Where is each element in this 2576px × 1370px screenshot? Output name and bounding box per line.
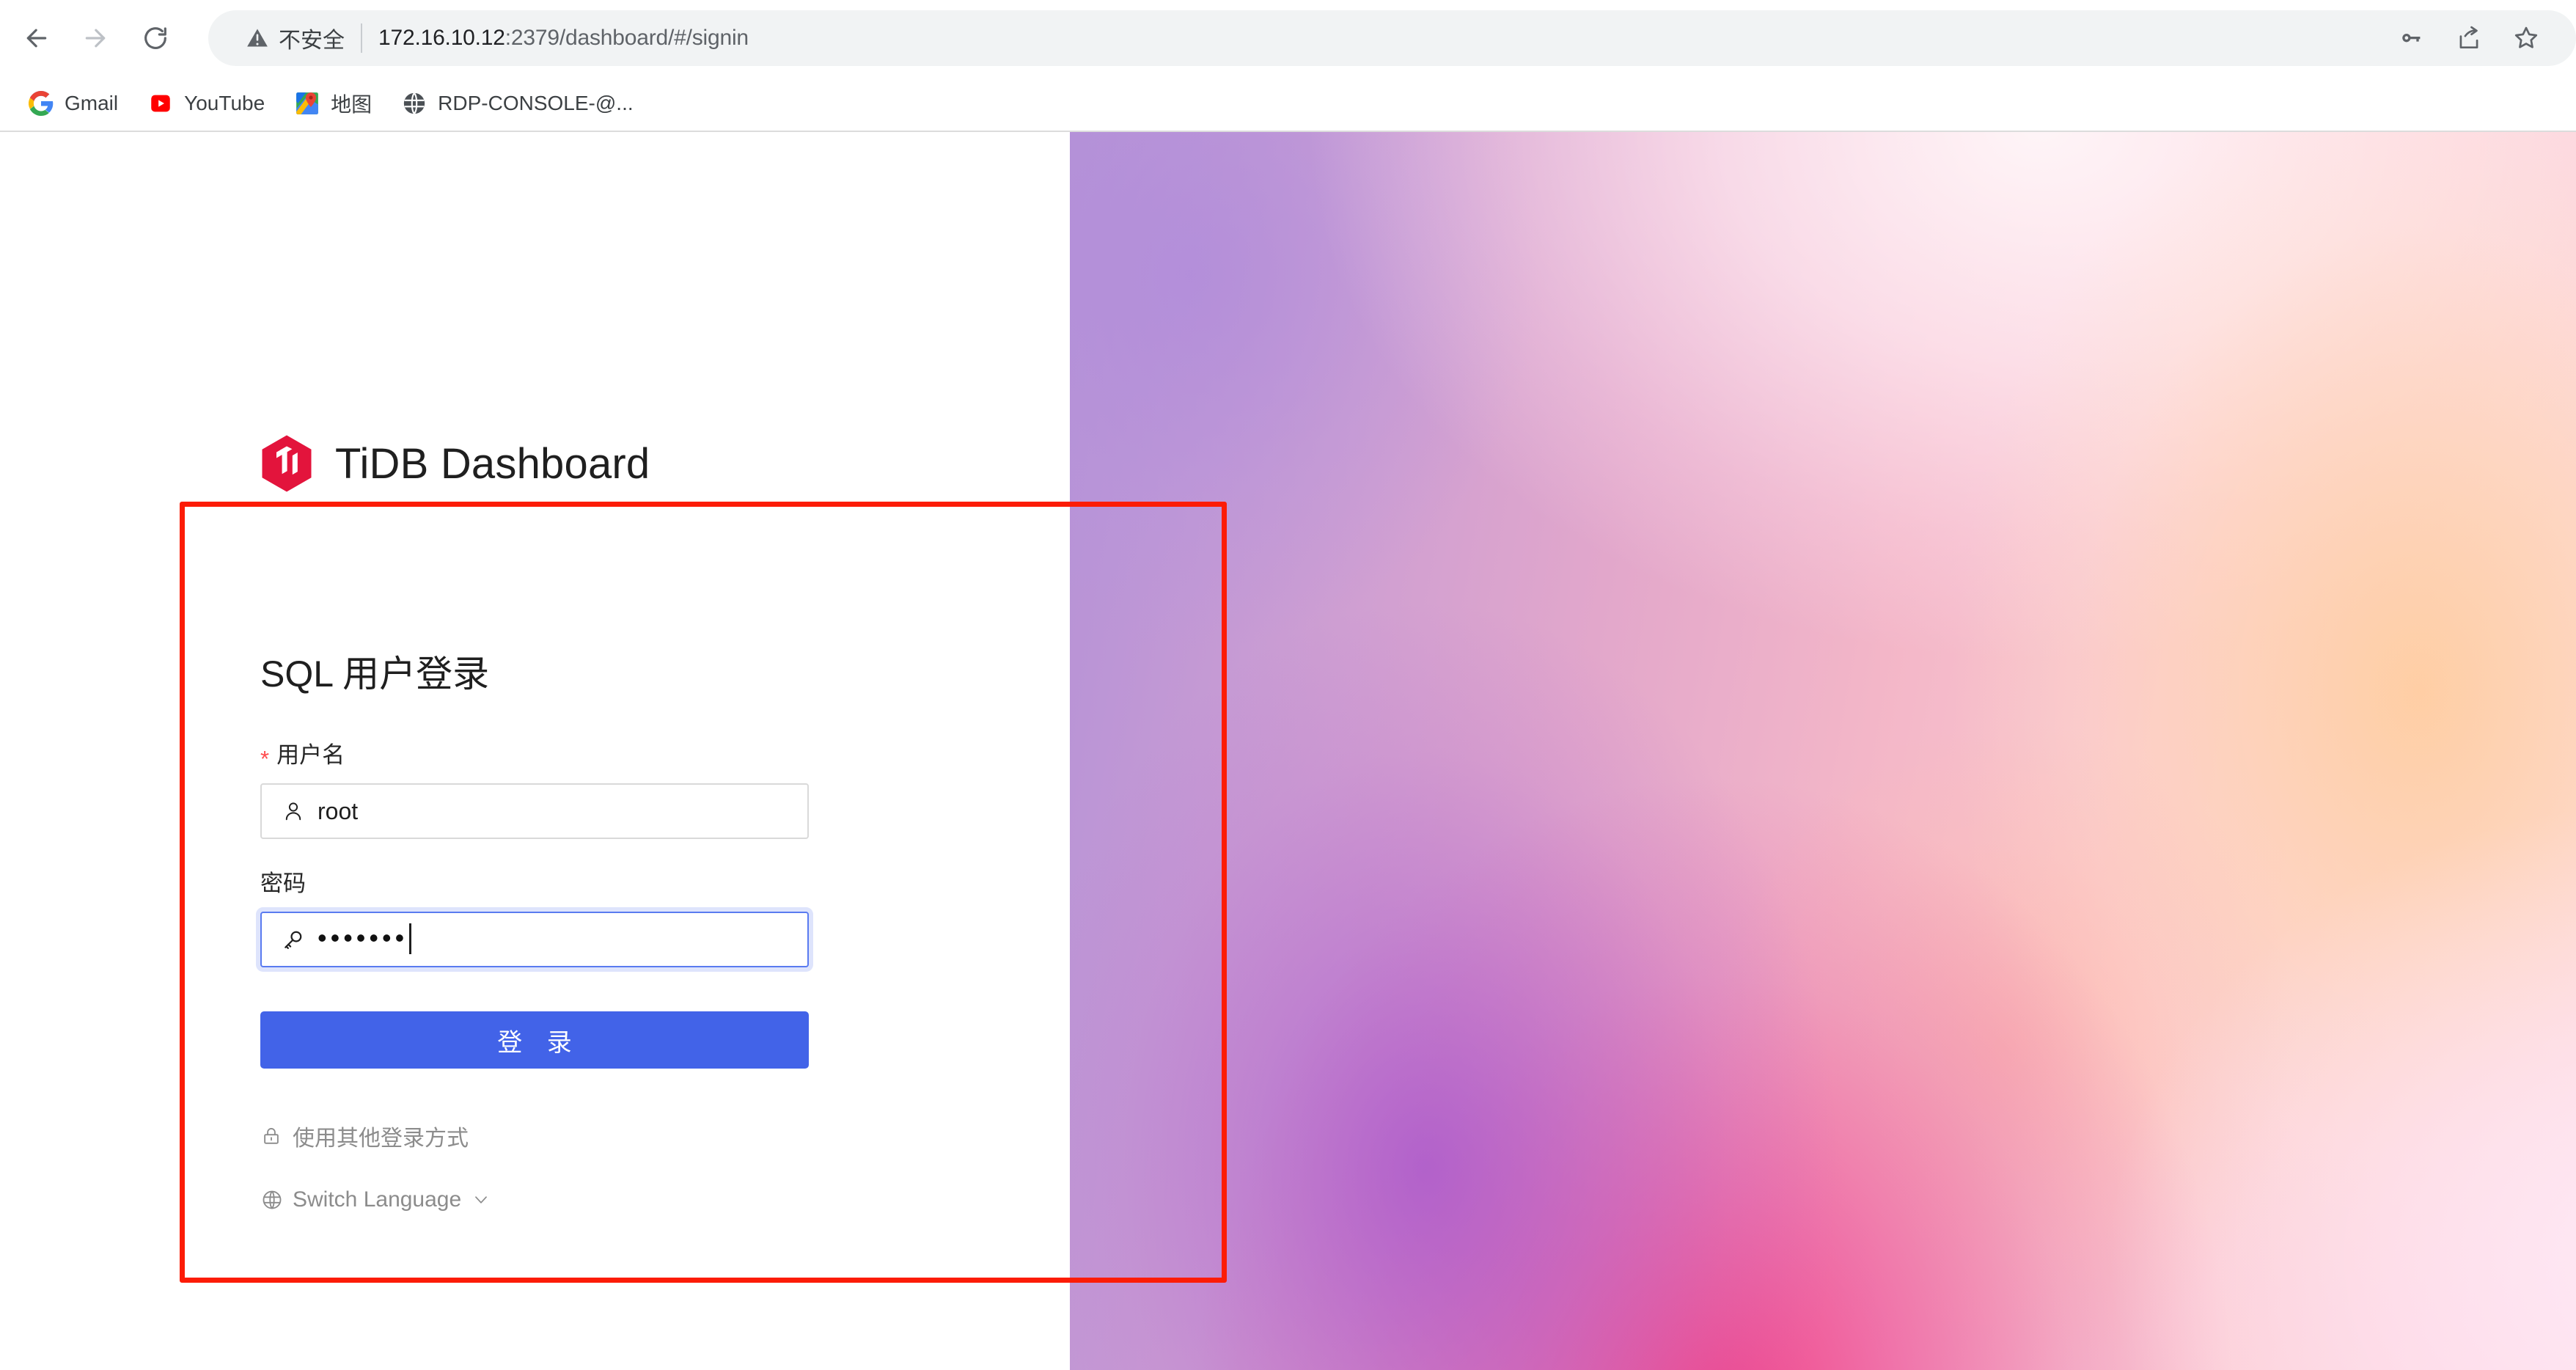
reload-button[interactable] — [128, 10, 183, 66]
page-title: TiDB Dashboard — [335, 439, 650, 488]
globe-dark-icon — [401, 90, 428, 117]
bookmark-label: Gmail — [65, 92, 119, 114]
username-label-text: 用户名 — [276, 742, 345, 768]
alt-signin-label: 使用其他登录方式 — [293, 1127, 469, 1151]
decorative-gradient-panel — [1070, 132, 2576, 1370]
switch-language-label: Switch Language — [293, 1187, 462, 1212]
omnibox-actions — [2378, 15, 2555, 62]
bookmark-label: YouTube — [184, 92, 265, 114]
password-masked-value: ••••••• — [318, 923, 408, 953]
login-button[interactable]: 登 录 — [260, 1011, 809, 1069]
security-status-label: 不安全 — [279, 29, 345, 53]
forward-arrow-icon — [81, 23, 110, 53]
tidb-hexagon-logo — [260, 434, 313, 493]
text-cursor — [409, 923, 412, 955]
password-input[interactable]: ••••••• — [260, 912, 809, 968]
signin-form: SQL 用户登录 * 用户名 root 密码 ••••••• 登 录 使用其他登… — [260, 654, 818, 1212]
address-bar[interactable]: 不安全 172.16.10.12:2379/dashboard/#/signin — [208, 10, 2576, 66]
browser-chrome: 不安全 172.16.10.12:2379/dashboard/#/signin — [0, 0, 2576, 132]
back-button[interactable] — [9, 10, 65, 66]
required-asterisk: * — [260, 746, 270, 772]
bookmark-maps[interactable]: 地图 — [284, 83, 382, 124]
login-column: TiDB Dashboard SQL 用户登录 * 用户名 root 密码 ••… — [0, 132, 1070, 1370]
lock-icon — [260, 1125, 282, 1147]
field-spacer — [260, 839, 818, 870]
bookmark-rdp-console[interactable]: RDP-CONSOLE-@... — [391, 83, 643, 124]
bookmark-label: RDP-CONSOLE-@... — [438, 92, 634, 114]
gmail-icon — [28, 90, 54, 117]
bookmarks-bar: Gmail YouTube 地图 RDP-CONSOLE-@... — [0, 76, 2576, 131]
url-path: :2379/dashboard/#/signin — [504, 26, 749, 50]
password-key-icon[interactable] — [2388, 15, 2435, 62]
back-arrow-icon — [22, 23, 51, 53]
form-title: SQL 用户登录 — [260, 653, 490, 695]
url-text: 172.16.10.12:2379/dashboard/#/signin — [378, 26, 749, 51]
omnibox-divider — [361, 23, 362, 53]
bookmark-youtube[interactable]: YouTube — [137, 83, 275, 124]
reload-icon — [141, 23, 170, 53]
alt-signin-link[interactable]: 使用其他登录方式 — [260, 1120, 818, 1152]
page-content: TiDB Dashboard SQL 用户登录 * 用户名 root 密码 ••… — [0, 132, 2576, 1370]
share-icon[interactable] — [2445, 15, 2492, 62]
forward-button[interactable] — [67, 10, 123, 66]
globe-icon — [260, 1188, 284, 1212]
user-icon — [281, 799, 306, 824]
key-icon — [281, 927, 306, 952]
warning-triangle-icon — [245, 26, 270, 51]
switch-language-link[interactable]: Switch Language — [260, 1187, 818, 1212]
bookmark-label: 地图 — [331, 93, 373, 116]
username-value: root — [318, 798, 359, 825]
bookmark-gmail[interactable]: Gmail — [18, 83, 128, 124]
username-input[interactable]: root — [260, 783, 809, 840]
youtube-icon — [147, 90, 174, 117]
gradient-pink-right — [1070, 132, 2576, 1370]
password-label: 密码 — [260, 870, 818, 897]
chevron-down-icon — [471, 1190, 491, 1209]
brand-header: TiDB Dashboard — [260, 434, 650, 493]
google-maps-icon — [294, 90, 320, 117]
bookmark-star-icon[interactable] — [2503, 15, 2550, 62]
browser-toolbar: 不安全 172.16.10.12:2379/dashboard/#/signin — [0, 0, 2576, 76]
username-label: * 用户名 — [260, 741, 818, 772]
password-label-text: 密码 — [260, 871, 306, 897]
url-host: 172.16.10.12 — [378, 26, 505, 50]
